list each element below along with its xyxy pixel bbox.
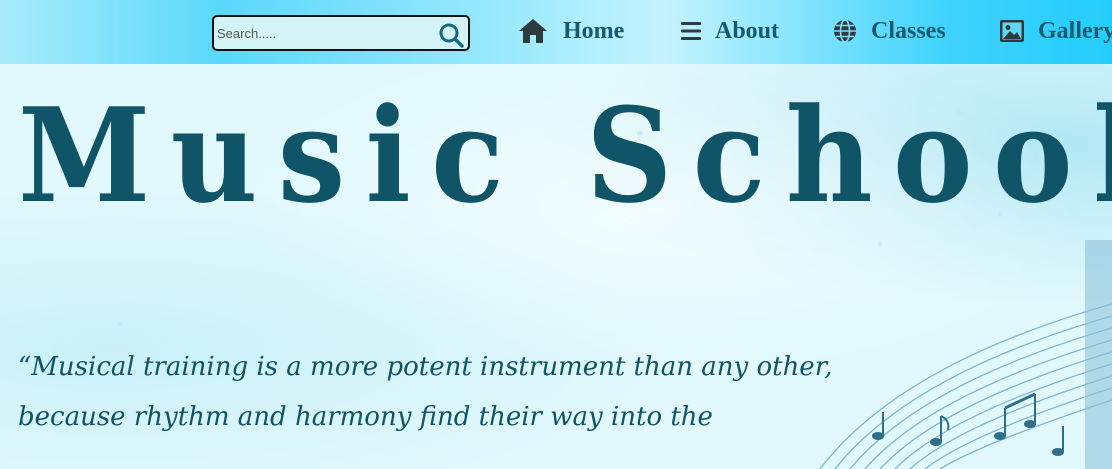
search-input[interactable] <box>214 18 434 48</box>
nav-about-link[interactable]: About <box>681 13 779 49</box>
menu-icon <box>681 22 701 40</box>
globe-icon <box>834 19 856 43</box>
hero-banner: Music School “Musical training is a more… <box>0 64 1112 469</box>
hero-quote: “Musical training is a more potent instr… <box>18 352 833 432</box>
nav-gallery-label: Gallery <box>1038 17 1112 44</box>
hero-title: Music School <box>18 79 1112 232</box>
search-icon[interactable] <box>438 22 464 48</box>
image-icon <box>1000 20 1024 42</box>
search-box <box>212 15 470 51</box>
home-icon <box>519 19 547 43</box>
nav-classes-label: Classes <box>871 17 946 44</box>
nav-home-label: Home <box>563 17 625 44</box>
top-navbar: Home About Classes Gallery <box>0 0 1112 64</box>
nav-gallery-link[interactable]: Gallery <box>1000 13 1112 49</box>
nav-classes-link[interactable]: Classes <box>833 13 946 49</box>
nav-home-link[interactable]: Home <box>517 13 624 49</box>
nav-about-label: About <box>715 17 780 44</box>
